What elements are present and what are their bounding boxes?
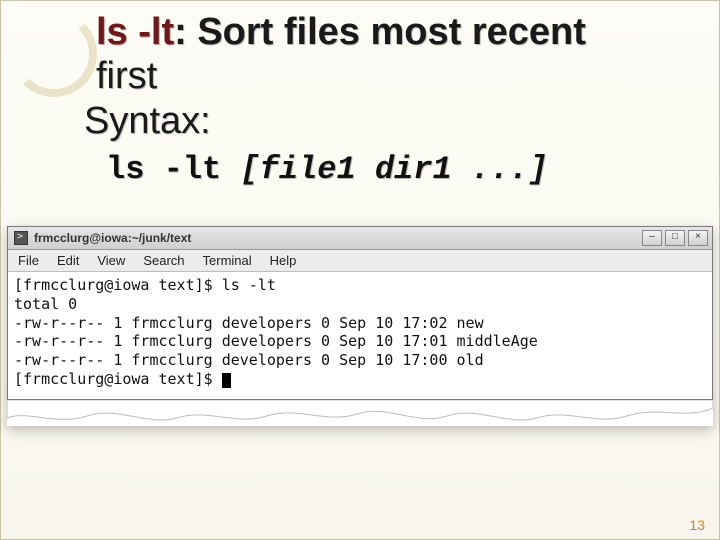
page-number: 13 bbox=[689, 517, 705, 533]
term-line-1: [frmcclurg@iowa text]$ ls -lt bbox=[14, 276, 276, 294]
term-line-2: total 0 bbox=[14, 295, 77, 313]
term-line-6: [frmcclurg@iowa text]$ bbox=[14, 370, 222, 388]
title-command: ls -lt bbox=[96, 11, 174, 53]
menu-view[interactable]: View bbox=[97, 253, 125, 268]
menu-terminal[interactable]: Terminal bbox=[203, 253, 252, 268]
torn-edge bbox=[7, 400, 713, 426]
syntax-cmd: ls -lt bbox=[106, 151, 240, 188]
window-buttons: – □ × bbox=[642, 230, 712, 246]
title-block: ls -lt: Sort files most recent first Syn… bbox=[96, 11, 659, 188]
syntax-label: Syntax: bbox=[84, 100, 659, 143]
syntax-code: ls -lt [file1 dir1 ...] bbox=[106, 151, 659, 188]
menu-file[interactable]: File bbox=[18, 253, 39, 268]
close-button[interactable]: × bbox=[688, 230, 708, 246]
term-line-3: -rw-r--r-- 1 frmcclurg developers 0 Sep … bbox=[14, 314, 484, 332]
slide-title-line1: ls -lt: Sort files most recent bbox=[96, 11, 659, 55]
menu-help[interactable]: Help bbox=[270, 253, 297, 268]
term-line-4: -rw-r--r-- 1 frmcclurg developers 0 Sep … bbox=[14, 332, 538, 350]
term-line-5: -rw-r--r-- 1 frmcclurg developers 0 Sep … bbox=[14, 351, 484, 369]
cursor-icon bbox=[222, 373, 231, 388]
menu-search[interactable]: Search bbox=[143, 253, 184, 268]
terminal-app-icon bbox=[14, 231, 28, 245]
syntax-args: [file1 dir1 ...] bbox=[240, 151, 547, 188]
menu-edit[interactable]: Edit bbox=[57, 253, 79, 268]
terminal-screenshot: frmcclurg@iowa:~/junk/text – □ × File Ed… bbox=[7, 226, 713, 426]
terminal-title-text: frmcclurg@iowa:~/junk/text bbox=[34, 231, 642, 245]
maximize-button[interactable]: □ bbox=[665, 230, 685, 246]
slide: ls -lt: Sort files most recent first Syn… bbox=[0, 0, 720, 540]
terminal-menubar: File Edit View Search Terminal Help bbox=[8, 250, 712, 272]
minimize-button[interactable]: – bbox=[642, 230, 662, 246]
title-rest-1: : Sort files most recent bbox=[174, 11, 586, 53]
terminal-body[interactable]: [frmcclurg@iowa text]$ ls -lt total 0 -r… bbox=[8, 272, 712, 399]
slide-title-line2: first bbox=[96, 55, 659, 99]
terminal-window: frmcclurg@iowa:~/junk/text – □ × File Ed… bbox=[7, 226, 713, 400]
terminal-titlebar: frmcclurg@iowa:~/junk/text – □ × bbox=[8, 227, 712, 250]
